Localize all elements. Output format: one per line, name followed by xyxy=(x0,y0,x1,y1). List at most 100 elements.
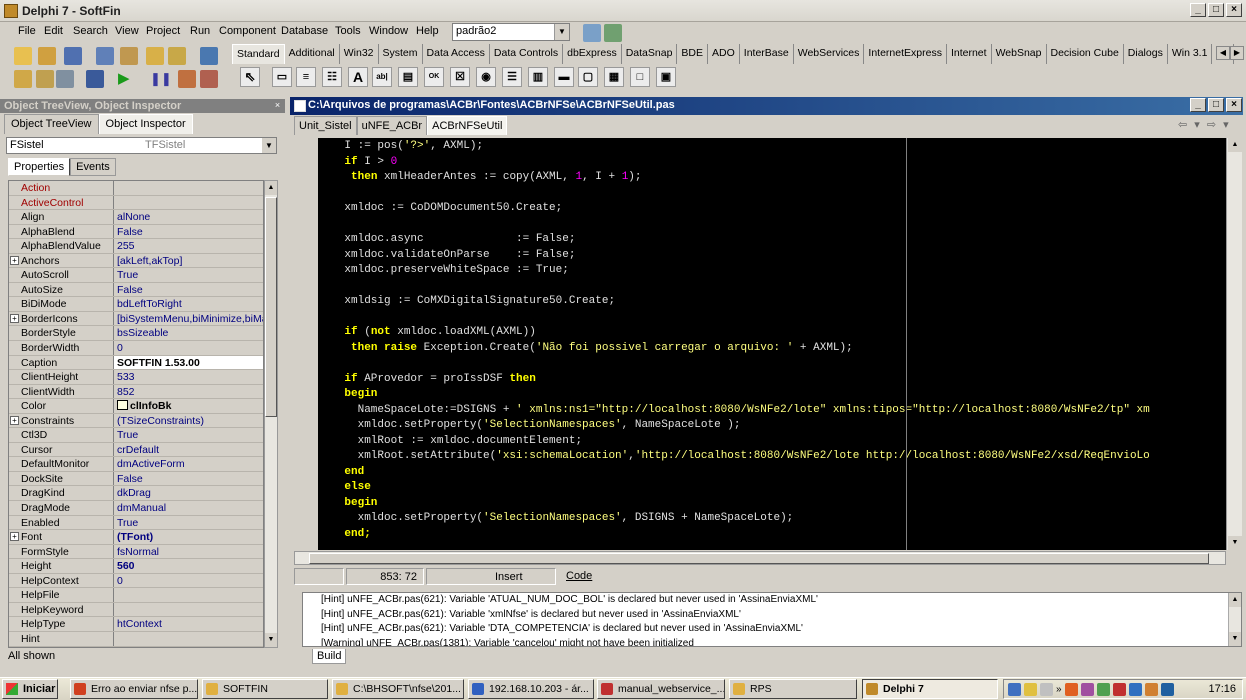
property-row[interactable]: AutoSize False xyxy=(9,282,263,298)
code-line[interactable] xyxy=(318,310,1226,326)
taskbar-button[interactable]: SOFTFIN xyxy=(202,679,328,699)
tray-expand-icon[interactable]: » xyxy=(1056,684,1062,695)
property-value[interactable]: bsSizeable xyxy=(114,326,263,340)
property-row[interactable]: ClientHeight 533 xyxy=(9,370,263,385)
property-grid-scrollbar[interactable]: ▲ ▼ xyxy=(264,180,278,648)
property-row[interactable]: Color clInfoBk xyxy=(9,399,263,414)
chevron-down-icon[interactable]: ▼ xyxy=(262,138,276,153)
menu-run[interactable]: Run xyxy=(190,25,210,37)
property-row[interactable]: Align alNone xyxy=(9,210,263,225)
property-value[interactable]: dmManual xyxy=(114,501,263,515)
palette-tab-additional[interactable]: Additional xyxy=(285,44,340,64)
chevron-down-icon[interactable]: ▼ xyxy=(554,24,569,40)
palette-tab-internetexpress[interactable]: InternetExpress xyxy=(864,44,947,64)
scroll-up-icon[interactable]: ▲ xyxy=(1228,138,1242,152)
code-line[interactable]: xmlRoot := xmldoc.documentElement; xyxy=(318,434,1226,450)
property-row[interactable]: HelpType htContext xyxy=(9,617,263,632)
palette-tab-websnap[interactable]: WebSnap xyxy=(992,44,1047,64)
tray-app-2-icon[interactable] xyxy=(1080,682,1094,696)
save-desktop-icon[interactable] xyxy=(583,24,601,42)
property-value[interactable] xyxy=(114,196,263,210)
property-value[interactable]: False xyxy=(114,472,263,486)
palette-tab-ado[interactable]: ADO xyxy=(708,44,740,64)
notepad-icon[interactable] xyxy=(1024,682,1037,696)
property-value[interactable] xyxy=(114,632,263,646)
code-line[interactable]: if AProvedor = proIssDSF then xyxy=(318,372,1226,388)
property-value[interactable]: alNone xyxy=(114,210,263,224)
palette-tab-interbase[interactable]: InterBase xyxy=(740,44,794,64)
menu-project[interactable]: Project xyxy=(146,25,180,37)
radiobutton-component-icon[interactable]: ◉ xyxy=(476,67,496,87)
menu-window[interactable]: Window xyxy=(369,25,408,37)
help-contents-icon[interactable] xyxy=(200,47,218,65)
palette-scroll-left-icon[interactable]: ◀ xyxy=(1216,46,1230,60)
tray-app-5-icon[interactable] xyxy=(1128,682,1142,696)
property-row[interactable]: Caption SOFTFIN 1.53.00 xyxy=(9,355,263,371)
code-line[interactable]: begin xyxy=(318,496,1226,512)
scroll-down-icon[interactable]: ▼ xyxy=(1228,536,1242,550)
property-value[interactable]: 560 xyxy=(114,559,263,573)
menu-help[interactable]: Help xyxy=(416,25,439,37)
code-line[interactable]: xmldoc.preserveWhiteSpace := True; xyxy=(318,263,1226,279)
network-icon[interactable] xyxy=(1008,682,1021,696)
forward-arrow-icon[interactable]: ⇨ ▾ xyxy=(1207,119,1231,131)
property-row[interactable]: Action xyxy=(9,181,263,196)
code-line[interactable]: NameSpaceLote:=DSIGNS + ' xmlns:ns1="htt… xyxy=(318,403,1226,419)
property-value[interactable]: SOFTFIN 1.53.00 xyxy=(114,355,263,370)
menu-search[interactable]: Search xyxy=(73,25,108,37)
expand-icon[interactable]: + xyxy=(10,255,19,265)
code-line[interactable]: I := pos('?>', AXML); xyxy=(318,139,1226,155)
property-value[interactable]: htContext xyxy=(114,617,263,631)
scroll-thumb[interactable] xyxy=(265,197,277,417)
code-line[interactable]: xmldoc.validateOnParse := False; xyxy=(318,248,1226,264)
editor-tab-acbrnfseutil[interactable]: ACBrNFSeUtil xyxy=(427,116,508,135)
tab-build[interactable]: Build xyxy=(312,649,347,664)
property-row[interactable]: HelpContext 0 xyxy=(9,573,263,589)
code-line[interactable]: xmldoc.setProperty('SelectionNamespaces'… xyxy=(318,418,1226,434)
popupmenu-component-icon[interactable]: ☷ xyxy=(322,67,342,87)
maximize-button[interactable]: □ xyxy=(1208,3,1224,17)
tray-app-6-icon[interactable] xyxy=(1144,682,1158,696)
palette-tab-data-access[interactable]: Data Access xyxy=(423,44,490,64)
code-line[interactable] xyxy=(318,356,1226,372)
palette-tab-decision-cube[interactable]: Decision Cube xyxy=(1047,44,1124,64)
property-row[interactable]: AutoScroll True xyxy=(9,268,263,283)
code-line[interactable]: xmldoc.async := False; xyxy=(318,232,1226,248)
palette-tab-dialogs[interactable]: Dialogs xyxy=(1124,44,1168,64)
property-row[interactable]: AlphaBlendValue 255 xyxy=(9,239,263,254)
taskbar-button[interactable]: 192.168.10.203 - ár... xyxy=(468,679,594,699)
property-value[interactable]: True xyxy=(114,428,263,442)
property-value[interactable]: clInfoBk xyxy=(114,399,263,413)
groupbox-component-icon[interactable]: ▢ xyxy=(578,67,598,87)
new-form-icon[interactable] xyxy=(86,70,104,88)
object-selector[interactable]: FSistel TFSistel ▼ xyxy=(6,137,277,154)
tray-app-1-icon[interactable] xyxy=(1064,682,1078,696)
property-row[interactable]: BiDiMode bdLeftToRight xyxy=(9,297,263,312)
scroll-down-icon[interactable]: ▼ xyxy=(265,633,277,647)
property-value[interactable]: False xyxy=(114,283,263,297)
tray-app-3-icon[interactable] xyxy=(1096,682,1110,696)
code-line[interactable]: xmlRoot.setAttribute('xsi:schemaLocation… xyxy=(318,449,1226,465)
code-line[interactable]: if (not xmldoc.loadXML(AXML)) xyxy=(318,325,1226,341)
property-row[interactable]: FormStyle fsNormal xyxy=(9,544,263,560)
new-icon[interactable] xyxy=(14,47,32,65)
palette-tab-win31[interactable]: Win 3.1 xyxy=(1168,44,1213,64)
trace-into-icon[interactable] xyxy=(178,70,196,88)
palette-tab-datasnap[interactable]: DataSnap xyxy=(622,44,678,64)
tray-app-4-icon[interactable] xyxy=(1112,682,1126,696)
edit-component-icon[interactable]: ab| xyxy=(372,67,392,87)
code-line[interactable]: else xyxy=(318,480,1226,496)
code-editor[interactable]: I := pos('?>', AXML); if I > 0 then xmlH… xyxy=(318,138,1226,550)
property-row[interactable]: DragKind dkDrag xyxy=(9,486,263,502)
property-row[interactable]: + BorderIcons [biSystemMenu,biMinimize,biM… xyxy=(9,311,263,327)
code-line[interactable]: if I > 0 xyxy=(318,155,1226,171)
tab-code[interactable]: Code xyxy=(558,568,598,585)
close-icon[interactable]: × xyxy=(272,100,283,111)
save-icon[interactable] xyxy=(64,47,82,65)
messages-scrollbar[interactable]: ▲ ▼ xyxy=(1228,593,1241,646)
scrollbar-component-icon[interactable]: ▬ xyxy=(554,67,574,87)
property-value[interactable]: True xyxy=(114,516,263,530)
property-row[interactable]: HelpKeyword xyxy=(9,602,263,618)
property-row[interactable]: Cursor crDefault xyxy=(9,442,263,458)
code-line[interactable]: then raise Exception.Create('Não foi pos… xyxy=(318,341,1226,357)
